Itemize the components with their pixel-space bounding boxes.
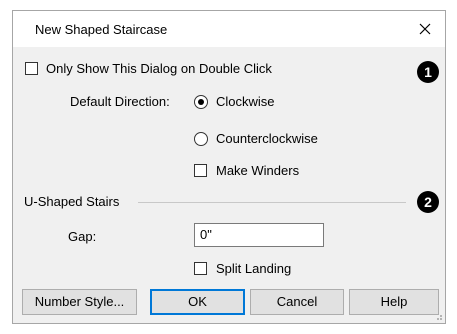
make-winders-checkbox[interactable] bbox=[194, 164, 207, 177]
group-divider bbox=[138, 202, 406, 203]
split-landing-label[interactable]: Split Landing bbox=[216, 261, 291, 276]
close-button[interactable] bbox=[405, 11, 445, 47]
help-button[interactable]: Help bbox=[349, 289, 439, 315]
only-show-on-double-click-label[interactable]: Only Show This Dialog on Double Click bbox=[46, 61, 272, 76]
new-shaped-staircase-dialog: New Shaped Staircase Only Show This Dial… bbox=[12, 10, 446, 324]
default-direction-label: Default Direction: bbox=[70, 94, 170, 109]
callout-2-badge: 2 bbox=[417, 191, 439, 213]
cancel-button[interactable]: Cancel bbox=[250, 289, 344, 315]
callout-1-badge: 1 bbox=[417, 61, 439, 83]
split-landing-checkbox[interactable] bbox=[194, 262, 207, 275]
u-shaped-stairs-group-title: U-Shaped Stairs bbox=[24, 194, 120, 209]
ok-button[interactable]: OK bbox=[150, 289, 245, 315]
dialog-title: New Shaped Staircase bbox=[35, 22, 168, 37]
clockwise-label[interactable]: Clockwise bbox=[216, 94, 275, 109]
close-icon bbox=[419, 23, 431, 35]
clockwise-radio[interactable] bbox=[194, 95, 208, 109]
only-show-on-double-click-checkbox[interactable] bbox=[25, 62, 38, 75]
counterclockwise-label[interactable]: Counterclockwise bbox=[216, 131, 318, 146]
counterclockwise-radio[interactable] bbox=[194, 132, 208, 146]
make-winders-label[interactable]: Make Winders bbox=[216, 163, 299, 178]
number-style-button[interactable]: Number Style... bbox=[22, 289, 137, 315]
gap-label: Gap: bbox=[68, 229, 97, 244]
gap-input[interactable]: 0" bbox=[194, 223, 324, 247]
title-bar: New Shaped Staircase bbox=[13, 11, 445, 47]
resize-grip-icon[interactable] bbox=[433, 311, 443, 321]
